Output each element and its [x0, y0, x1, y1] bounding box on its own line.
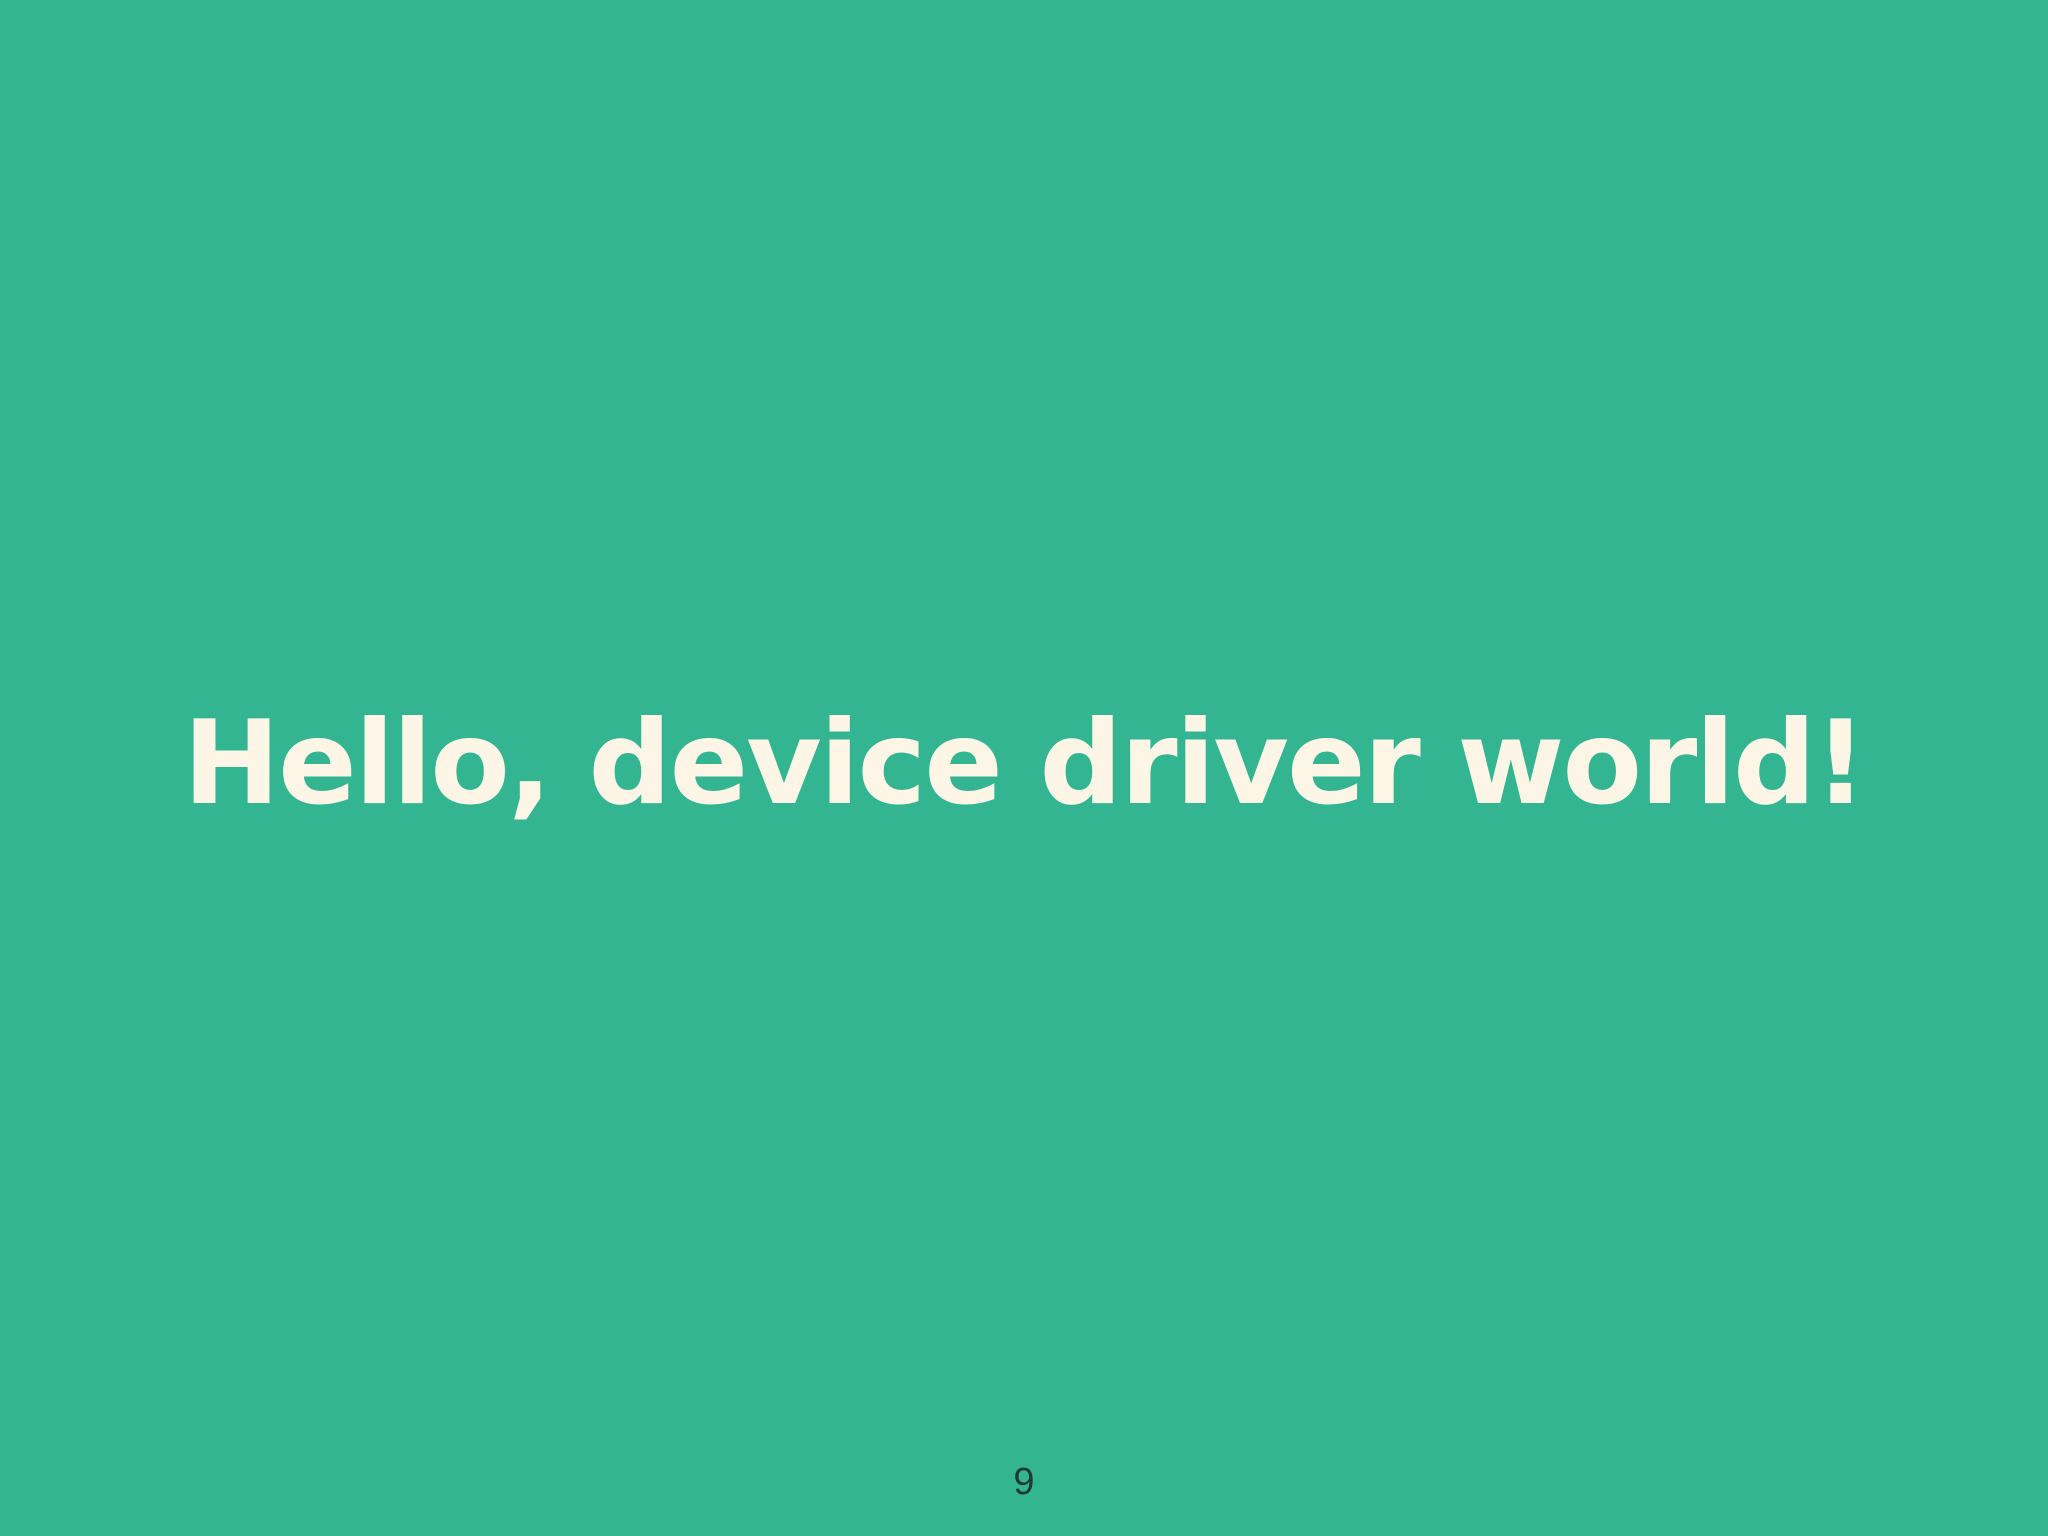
- presentation-slide: Hello, device driver world! 9: [0, 0, 2048, 1536]
- slide-title: Hello, device driver world!: [183, 696, 1867, 831]
- page-number: 9: [1013, 1461, 1035, 1503]
